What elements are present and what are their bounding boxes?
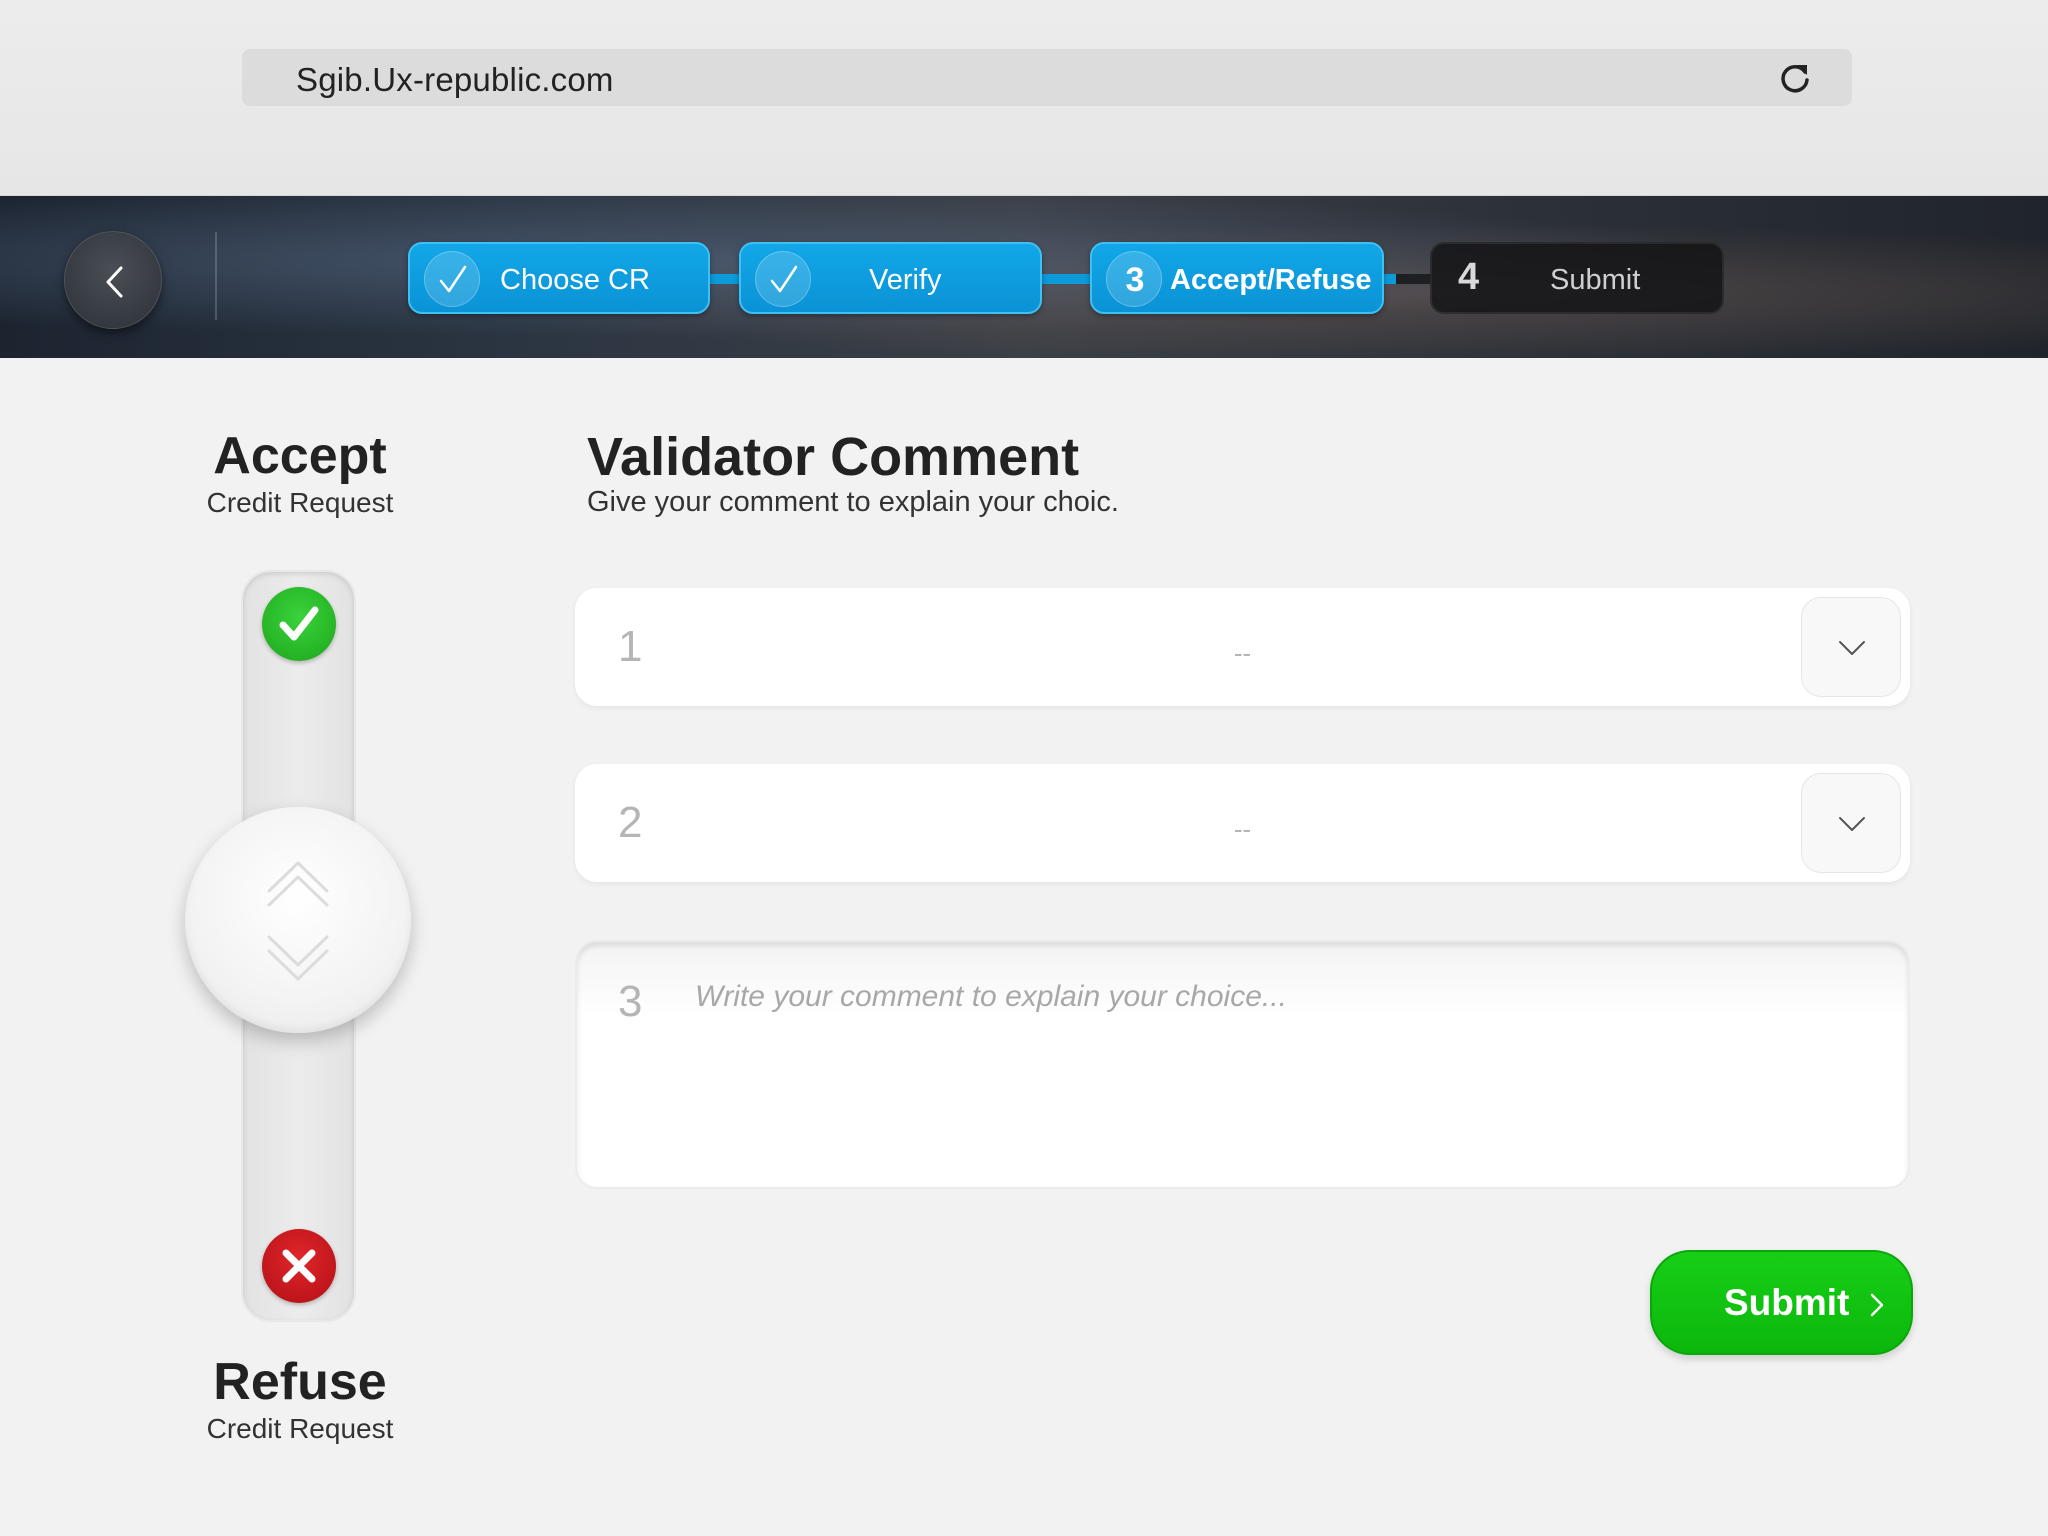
check-icon [755,251,811,307]
back-button[interactable] [64,231,162,329]
select-value: -- [1233,814,1252,844]
reload-icon[interactable] [1776,59,1814,97]
step-connector [1396,274,1432,284]
step-submit[interactable]: 4 Submit [1430,242,1724,314]
refuse-subtitle: Credit Request [206,1413,394,1444]
step-choose-cr[interactable]: Choose CR [408,242,710,314]
header-divider [215,232,217,320]
decision-slider-knob[interactable] [185,807,411,1033]
step-label: Verify [869,264,942,296]
close-circle-icon[interactable] [262,1229,336,1303]
step-accept-refuse[interactable]: 3 Accept/Refuse [1090,242,1384,314]
step-label: Submit [1550,264,1641,296]
chevron-down-icon [267,935,329,981]
step-header: Choose CR Verify 3 Accept/Refuse 4 Submi… [0,196,2048,358]
chevron-left-icon [106,266,123,298]
accept-title: Accept [213,427,387,485]
browser-bar: Sgib.Ux-republic.com [0,0,2048,196]
validator-comment-subtitle: Give your comment to explain your choic. [587,486,1119,518]
submit-label: Submit [1724,1282,1850,1323]
step-number: 4 [1458,256,1480,298]
refuse-title: Refuse [213,1353,387,1411]
comment-textarea-box: 3 [575,940,1910,1189]
dropdown-button[interactable] [1801,773,1901,873]
accept-subtitle: Credit Request [206,487,394,518]
validator-comment-title: Validator Comment [587,427,1080,487]
chevron-up-icon [267,861,329,907]
field-index: 3 [618,977,643,1026]
step-number: 3 [1125,261,1145,299]
chevron-right-icon [1870,1293,1884,1317]
url-text: Sgib.Ux-republic.com [296,61,614,98]
step-verify[interactable]: Verify [739,242,1042,314]
address-bar[interactable]: Sgib.Ux-republic.com [242,49,1852,106]
comment-textarea[interactable] [695,980,1875,1160]
checkmark-circle-icon[interactable] [262,587,336,661]
step-connector [1040,274,1092,284]
comment-select-1[interactable]: 1 -- [575,588,1910,706]
step-number-badge: 3 [1106,251,1162,307]
comment-select-2[interactable]: 2 -- [575,764,1910,882]
step-label: Choose CR [500,264,650,296]
submit-button[interactable]: Submit [1650,1250,1913,1355]
select-value: -- [1233,638,1252,668]
chevron-down-icon [1839,641,1865,655]
step-label: Accept/Refuse [1170,264,1372,296]
chevron-down-icon [1839,817,1865,831]
dropdown-button[interactable] [1801,597,1901,697]
step-connector [1382,274,1396,284]
check-icon [424,251,480,307]
